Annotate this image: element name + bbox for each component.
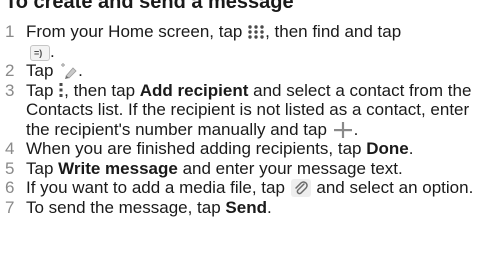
- step-number: 4: [5, 139, 15, 158]
- step-text: and enter your message text.: [177, 158, 403, 178]
- step-text: Tap: [26, 158, 59, 178]
- plus-icon: [333, 121, 352, 138]
- step-text: .: [266, 198, 272, 217]
- step-text: .: [78, 61, 83, 80]
- step-number: 2: [5, 61, 15, 80]
- section-heading: To create and send a message: [5, 0, 294, 13]
- paperclip-attach-icon: [290, 179, 311, 197]
- step-emphasis: Send: [225, 198, 267, 217]
- step-1: 1 From your Home screen, tap , then find …: [0, 22, 480, 61]
- step-number: 7: [5, 198, 15, 217]
- step-text: .: [408, 139, 414, 158]
- step-emphasis: Add recipient: [139, 80, 249, 100]
- step-emphasis: Done: [366, 139, 409, 158]
- step-text: When you are finished adding recipients,…: [26, 139, 367, 158]
- step-6: 6 If you want to add a media file, tap an…: [0, 178, 480, 198]
- step-text: If you want to add a media file, tap: [26, 178, 290, 197]
- step-number: 5: [5, 158, 15, 178]
- step-emphasis: Write message: [58, 158, 178, 178]
- step-text: To send the message, tap: [26, 198, 226, 217]
- step-text: .: [50, 41, 55, 61]
- step-text: Tap: [26, 61, 59, 80]
- step-2: 2 Tap .: [0, 61, 480, 81]
- step-text: .: [353, 119, 359, 139]
- messaging-app-icon: =): [30, 44, 50, 61]
- step-5: 5 Tap Write message and enter your messag…: [0, 159, 480, 179]
- apps-grid-icon: [248, 25, 264, 39]
- step-text: From your Home screen, tap: [26, 22, 248, 41]
- step-number: 3: [5, 80, 15, 100]
- step-number: 1: [5, 22, 15, 41]
- instruction-page: To create and send a message 1 From your …: [0, 0, 480, 274]
- step-4: 4 When you are finished adding recipients…: [0, 139, 480, 159]
- step-text: Tap: [26, 80, 59, 100]
- compose-new-message-icon: [61, 63, 77, 79]
- step-text: , then tap: [64, 80, 140, 100]
- step-text: , then find and tap: [265, 22, 402, 41]
- step-number: 6: [5, 178, 15, 197]
- step-text: and select an option.: [311, 178, 474, 197]
- step-7: 7 To send the message, tap Send.: [0, 198, 480, 218]
- steps-list: 1 From your Home screen, tap , then find …: [0, 22, 480, 218]
- step-3: 3 Tap , then tap Add recipient and select…: [0, 81, 480, 140]
